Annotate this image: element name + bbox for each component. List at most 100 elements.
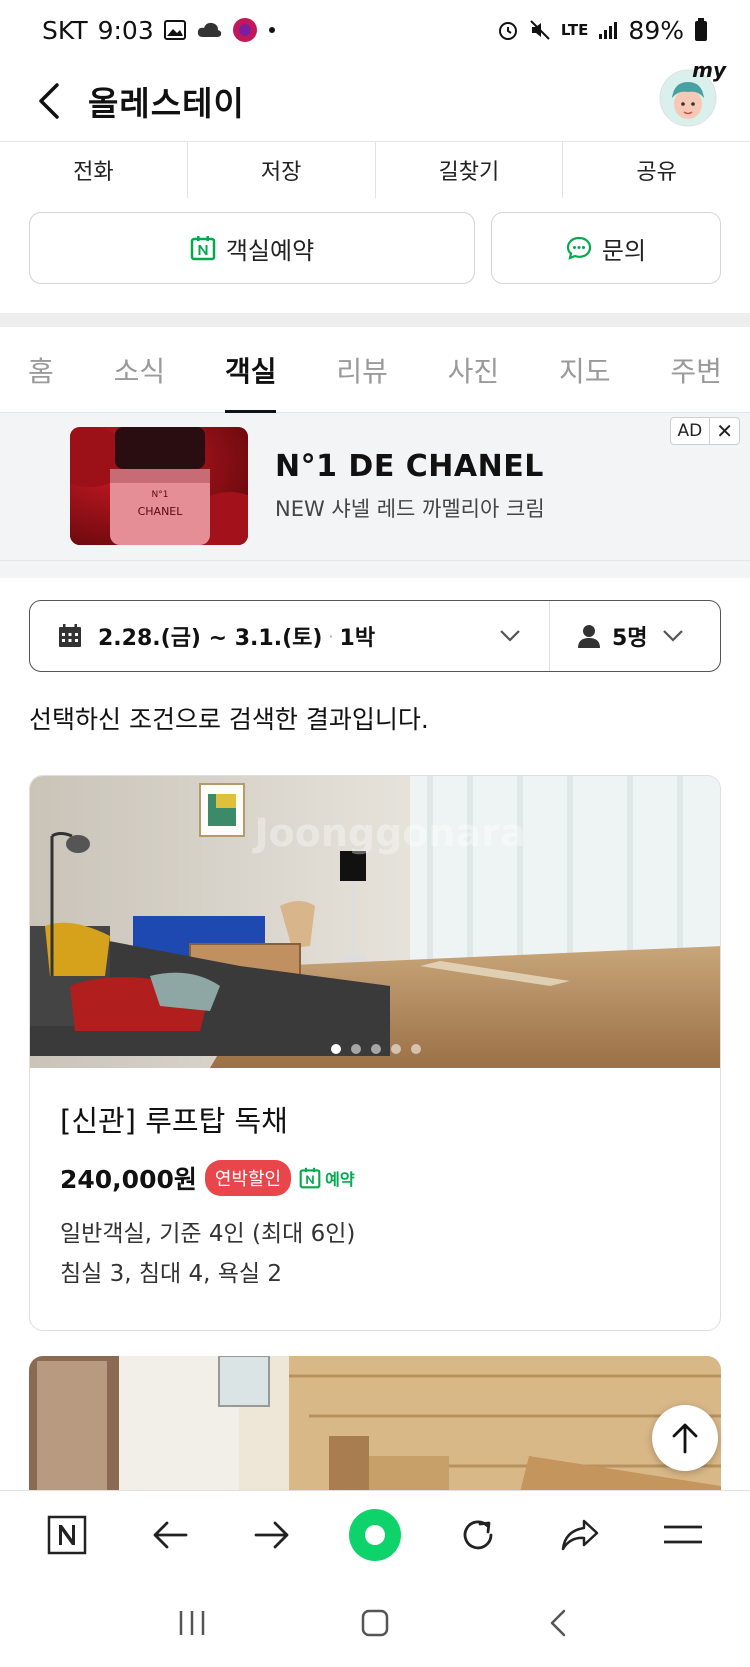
- action-row: 전화 저장 길찾기 공유: [0, 142, 750, 198]
- back-arrow-icon: [39, 82, 59, 119]
- tab-map[interactable]: 지도: [559, 327, 611, 413]
- room-facilities: 침실 3, 침대 4, 욕실 2: [60, 1261, 283, 1287]
- ad-label: AD: [671, 418, 711, 444]
- tab-nearby[interactable]: 주변: [670, 327, 722, 413]
- hamburger-menu-icon: [663, 1525, 702, 1543]
- app-badge-icon: [232, 17, 258, 43]
- reserve-room-label: 객실예약: [225, 236, 315, 265]
- carousel-dot[interactable]: [371, 1044, 381, 1054]
- room-name: [신관] 루프탑 독채: [60, 1104, 288, 1138]
- person-icon: [578, 625, 600, 648]
- green-dot-icon: [348, 1508, 401, 1561]
- tab-rooms[interactable]: 객실: [224, 327, 276, 414]
- ad-divider: [0, 560, 750, 578]
- room-price: 240,000원: [60, 1165, 197, 1194]
- price-row: 240,000원 연박할인 예약: [60, 1160, 690, 1196]
- header: 올레스테이 my: [0, 58, 750, 142]
- signal-icon: [598, 20, 618, 40]
- recent-apps-icon: [179, 1610, 204, 1635]
- avatar-my-label: my: [692, 58, 726, 82]
- date-range: 2.28.(금) ~ 3.1.(토): [98, 626, 323, 651]
- naver-booking-icon: [299, 1167, 321, 1189]
- battery-percent: 89%: [628, 15, 684, 45]
- ad-product-image: CHANEL N°1: [70, 427, 248, 545]
- tab-reviews[interactable]: 리뷰: [336, 327, 388, 413]
- mute-icon: [529, 19, 551, 41]
- inquiry-label: 문의: [601, 236, 647, 265]
- naver-home-button[interactable]: [35, 1503, 99, 1567]
- network-type: LTE: [560, 21, 589, 39]
- tab-bar: 홈 소식 객실 리뷰 사진 지도 주변: [0, 327, 750, 414]
- ad-product-number: N°1: [152, 490, 169, 500]
- arrow-right-icon: [255, 1521, 289, 1548]
- notification-dot-icon: [268, 26, 276, 34]
- room-photo-carousel[interactable]: Joonggonara: [30, 776, 720, 1068]
- tab-home[interactable]: 홈: [28, 327, 54, 413]
- watermark-text: Joonggonara: [252, 811, 526, 855]
- alarm-icon: [497, 19, 519, 41]
- ad-close-icon[interactable]: ✕: [710, 419, 739, 443]
- system-back-button[interactable]: [528, 1593, 588, 1653]
- chevron-down-icon: [662, 630, 683, 642]
- gallery-icon: [163, 19, 186, 41]
- back-button[interactable]: [20, 71, 80, 131]
- discount-badge: 연박할인: [204, 1160, 292, 1196]
- chevron-down-icon: [500, 630, 520, 642]
- people-selector[interactable]: 5명: [550, 601, 720, 671]
- room-card[interactable]: Joonggonara [신관] 루프탑 독채 240,000원 연박할인 예약…: [29, 775, 721, 1331]
- reload-button[interactable]: [446, 1503, 510, 1567]
- room-capacity: 일반객실, 기준 4인 (최대 6인): [60, 1221, 356, 1247]
- ad-subtitle: NEW 샤넬 레드 까멜리아 크림: [275, 497, 545, 521]
- ad-banner[interactable]: CHANEL N°1 N°1 DE CHANEL NEW 샤넬 레드 까멜리아 …: [0, 413, 750, 560]
- browser-back-button[interactable]: [138, 1503, 202, 1567]
- status-bar: SKT 9:03 LTE 89%: [0, 0, 750, 60]
- battery-icon: [694, 18, 708, 42]
- menu-button[interactable]: [651, 1503, 715, 1567]
- section-divider: [0, 313, 750, 327]
- chat-bubble-icon: [566, 236, 592, 260]
- share-button[interactable]: [548, 1503, 612, 1567]
- tab-photos[interactable]: 사진: [448, 327, 500, 413]
- ad-product-brand: CHANEL: [138, 505, 184, 518]
- carousel-dot[interactable]: [391, 1044, 401, 1054]
- date-separator: ·: [328, 626, 334, 646]
- home-square-icon: [361, 1609, 389, 1636]
- green-dot-button[interactable]: [343, 1503, 407, 1567]
- carousel-indicators: [30, 1044, 720, 1054]
- browser-toolbar: [0, 1490, 750, 1578]
- save-action[interactable]: 저장: [188, 142, 376, 198]
- room-card-body: [신관] 루프탑 독채 240,000원 연박할인 예약 일반객실, 기준 4인…: [30, 1068, 720, 1324]
- page-title: 올레스테이: [88, 83, 245, 123]
- ad-title: N°1 DE CHANEL: [275, 449, 544, 484]
- people-count: 5명: [612, 626, 648, 651]
- inquiry-button[interactable]: 문의: [491, 212, 721, 284]
- carousel-dot[interactable]: [411, 1044, 421, 1054]
- result-message: 선택하신 조건으로 검색한 결과입니다.: [29, 705, 429, 734]
- time: 9:03: [97, 15, 154, 45]
- date-selector[interactable]: 2.28.(금) ~ 3.1.(토) · 1박: [30, 601, 550, 671]
- home-button[interactable]: [345, 1593, 405, 1653]
- naver-booking-icon: [190, 236, 216, 261]
- directions-action[interactable]: 길찾기: [376, 142, 564, 198]
- reserve-room-button[interactable]: 객실예약: [29, 212, 475, 284]
- booking-label: 예약: [325, 1170, 355, 1189]
- scroll-to-top-button[interactable]: [652, 1405, 718, 1471]
- carrier: SKT: [42, 15, 88, 45]
- date-people-selector: 2.28.(금) ~ 3.1.(토) · 1박 5명: [29, 600, 721, 672]
- primary-buttons: 객실예약 문의: [29, 212, 721, 284]
- carousel-dot[interactable]: [351, 1044, 361, 1054]
- status-right: LTE 89%: [497, 16, 708, 45]
- avatar[interactable]: my: [658, 58, 726, 128]
- arrow-left-icon: [153, 1521, 188, 1548]
- system-navigation-bar: [0, 1578, 750, 1667]
- ad-badge: AD ✕: [669, 417, 740, 445]
- tab-news[interactable]: 소식: [114, 327, 166, 413]
- recent-apps-button[interactable]: [162, 1593, 222, 1653]
- browser-forward-button[interactable]: [240, 1503, 304, 1567]
- call-action[interactable]: 전화: [0, 142, 188, 198]
- carousel-dot[interactable]: [331, 1044, 341, 1054]
- reload-icon: [463, 1520, 492, 1549]
- share-action[interactable]: 공유: [563, 142, 750, 198]
- arrow-up-icon: [672, 1423, 698, 1454]
- calendar-icon: [59, 624, 81, 647]
